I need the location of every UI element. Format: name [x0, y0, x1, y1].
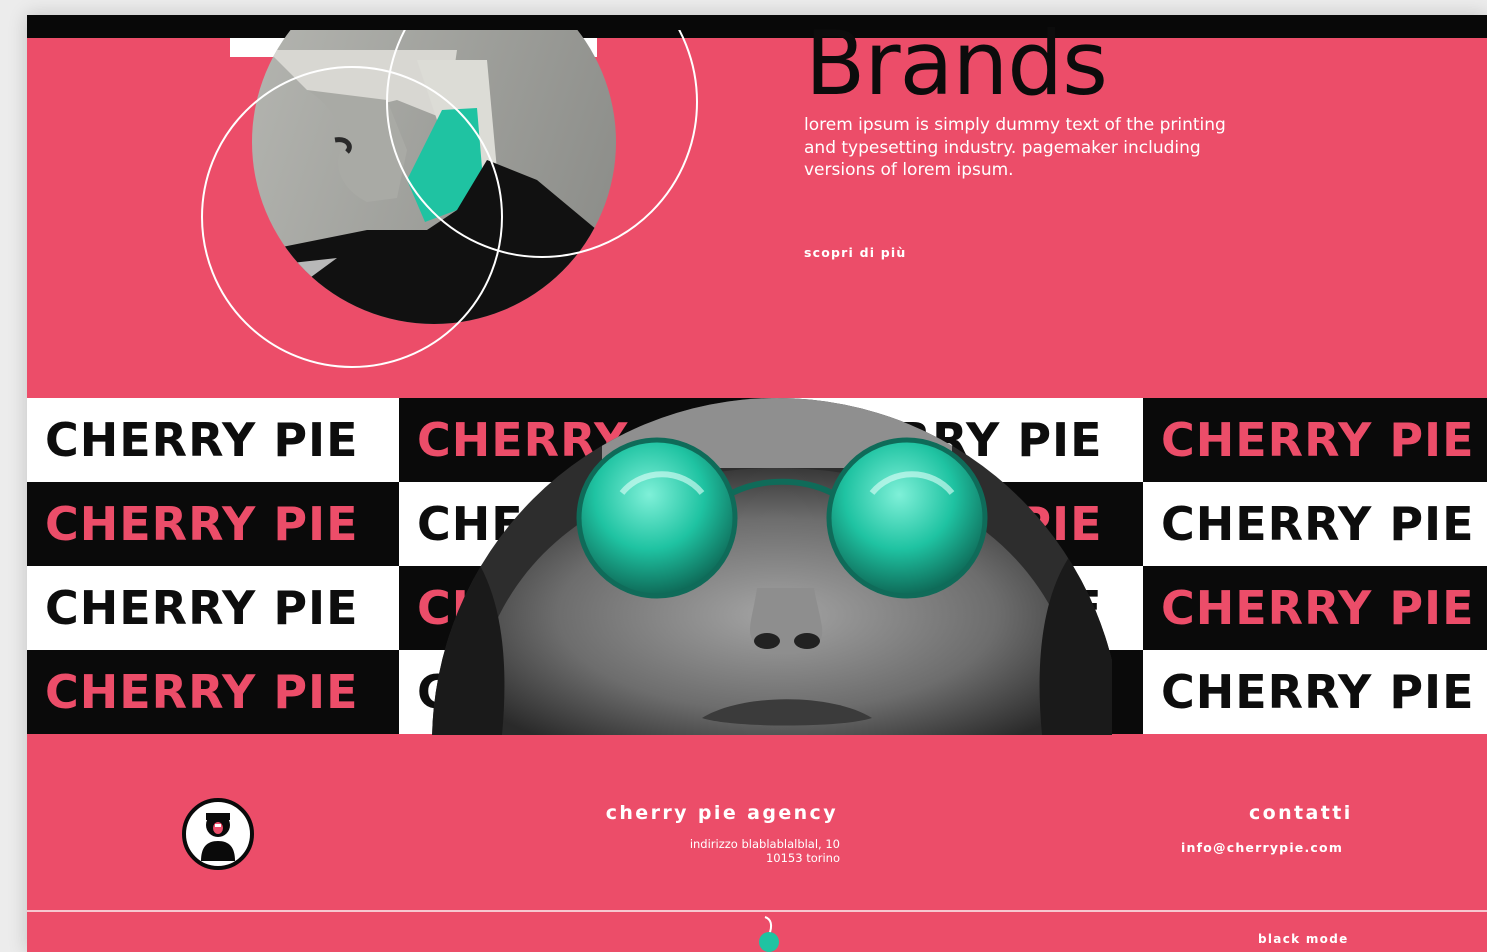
footer-divider: [27, 910, 1487, 912]
agency-address: indirizzo blablablalblal, 10 10153 torin…: [690, 837, 840, 865]
cherry-pie-banner: CHERRY PIE CHERRY PIE CHERRY PIE CHERRY …: [27, 398, 1487, 735]
banner-tile: CHERRY PIE: [27, 566, 399, 650]
banner-tile: CHERRY PIE: [1143, 482, 1487, 566]
banner-tile: CHERRY PIE: [1143, 566, 1487, 650]
address-line: indirizzo blablablalblal, 10: [689, 837, 840, 851]
hero-collage-image: [201, 30, 698, 368]
hero-description-line: lorem ipsum is simply dummy text of the …: [804, 115, 1226, 135]
address-line: 10153 torino: [765, 851, 840, 865]
footer: cherry pie agency indirizzo blablablalbl…: [27, 735, 1487, 952]
hero-description: lorem ipsum is simply dummy text of the …: [804, 114, 1274, 182]
contacts-title: contatti: [1249, 802, 1353, 824]
discover-more-link[interactable]: scopri di più: [804, 245, 907, 260]
cherry-pie-logo-icon[interactable]: [181, 797, 255, 871]
agency-name: cherry pie agency: [605, 802, 838, 824]
banner-tile: CHERRY PIE: [27, 482, 399, 566]
email-link[interactable]: info@cherrypie.com: [1181, 840, 1343, 855]
sunglasses-portrait-image: [432, 398, 1112, 735]
hero-description-line: and typesetting industry. pagemaker incl…: [804, 137, 1201, 158]
black-mode-toggle[interactable]: black mode: [1258, 932, 1349, 946]
cherry-icon[interactable]: [755, 915, 785, 952]
banner-tile: CHERRY PIE: [27, 398, 399, 482]
banner-tile: CHERRY PIE: [27, 650, 399, 734]
hero-title: Brands: [805, 20, 1107, 103]
hero-description-line: versions of lorem ipsum.: [804, 160, 1014, 180]
banner-tile: CHERRY PIE: [1143, 650, 1487, 734]
website-page: Brands lorem ipsum is simply dummy text …: [27, 15, 1487, 952]
banner-tile: CHERRY PIE: [1143, 398, 1487, 482]
